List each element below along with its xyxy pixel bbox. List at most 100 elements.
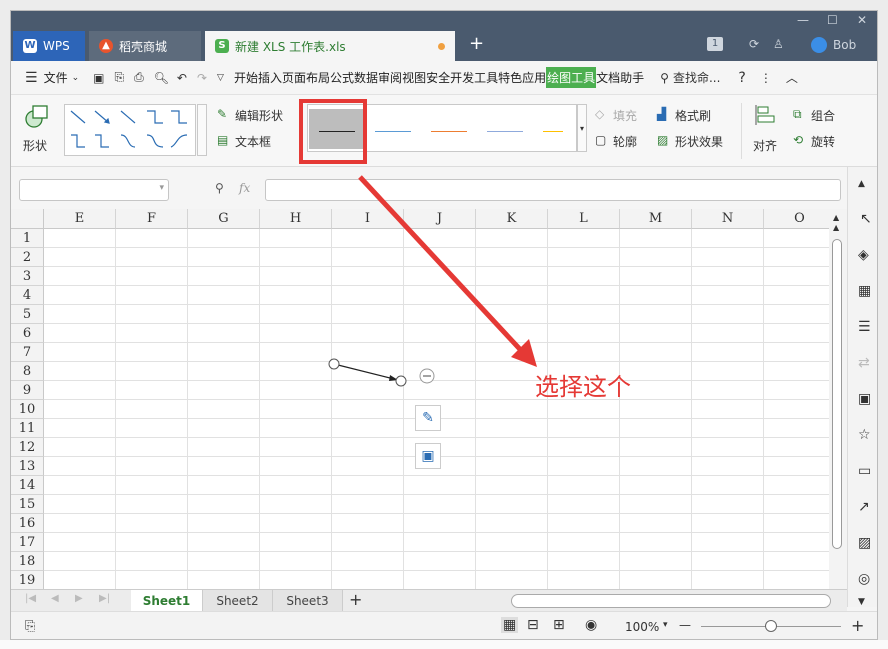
notification-badge[interactable]: 1 <box>707 37 723 51</box>
maximize-icon[interactable]: ☐ <box>827 13 838 27</box>
normal-view-icon[interactable]: ▦ <box>501 617 519 633</box>
menu-file[interactable]: 文件 <box>44 69 68 86</box>
archive-icon[interactable]: ▭ <box>858 463 871 479</box>
target-icon[interactable]: ◎ <box>858 571 870 587</box>
shape-style-float-button[interactable]: ✎ <box>415 405 441 431</box>
image-gallery-icon[interactable]: ▣ <box>858 391 871 407</box>
settings-sliders-icon[interactable]: ☰ <box>858 319 871 335</box>
search-icon[interactable]: ⚲ <box>660 71 669 85</box>
tab-daoke-store[interactable]: ▲ 稻壳商城 <box>89 31 201 61</box>
more-icon[interactable]: ⋮ <box>760 71 772 85</box>
export-icon[interactable]: ⎘ <box>114 70 124 85</box>
user-account[interactable]: Bob <box>811 37 856 53</box>
line-style-option[interactable] <box>365 109 421 149</box>
zoom-in-button[interactable]: + <box>851 616 864 635</box>
text-box-button[interactable]: ▤ 文本框 <box>217 133 271 149</box>
select-pointer-icon[interactable]: ↖ <box>860 211 872 227</box>
first-sheet-icon[interactable]: |◀ <box>25 593 36 604</box>
minimize-icon[interactable]: — <box>797 13 809 27</box>
print-icon[interactable]: ⎙ <box>134 70 144 85</box>
rotate-button[interactable]: ⟲ 旋转 <box>793 133 835 149</box>
group-button[interactable]: ⧉ 组合 <box>793 107 835 123</box>
zoom-level[interactable]: 100% <box>625 620 659 634</box>
format-painter-button[interactable]: ▟ 格式刷 <box>657 107 711 123</box>
vertical-scrollbar-thumb[interactable] <box>832 239 842 549</box>
scroll-up-icon[interactable]: ▲ <box>858 179 865 189</box>
undo-icon[interactable]: ↶ <box>177 71 187 85</box>
redo-icon[interactable]: ↷ <box>197 71 207 85</box>
fx-label[interactable]: fx <box>239 181 250 195</box>
tab-spreadsheet[interactable]: S 新建 XLS 工作表.xls <box>205 31 455 61</box>
scroll-down-icon[interactable]: ▼ <box>858 597 865 607</box>
star-icon[interactable]: ☆ <box>858 427 871 443</box>
page-break-view-icon[interactable]: ⊟ <box>527 617 539 633</box>
menu-drawing-tools[interactable]: 绘图工具 <box>546 67 597 88</box>
line-shape-gallery[interactable] <box>64 104 196 156</box>
menu-home[interactable]: 开始 <box>234 69 258 86</box>
chevron-down-icon[interactable]: ⌄ <box>72 73 80 83</box>
last-sheet-icon[interactable]: ▶| <box>99 593 110 604</box>
shape-gallery-scroll[interactable] <box>197 104 207 156</box>
next-sheet-icon[interactable]: ▶ <box>75 593 83 604</box>
tab-wps[interactable]: W WPS <box>13 31 85 61</box>
menu-view[interactable]: 视图 <box>402 69 426 86</box>
swap-icon[interactable]: ⇄ <box>858 355 870 371</box>
chevron-down-icon[interactable]: ▾ <box>663 620 668 630</box>
menu-security[interactable]: 安全 <box>426 69 450 86</box>
hamburger-icon[interactable]: ☰ <box>25 70 38 86</box>
shape-button[interactable]: 形状 <box>23 103 53 159</box>
skin-icon[interactable]: ♙ <box>773 37 784 51</box>
new-tab-button[interactable]: + <box>469 33 484 54</box>
menu-developer[interactable]: 开发工具 <box>450 69 498 86</box>
quick-access-dropdown-icon[interactable]: ▽ <box>217 73 224 83</box>
menu-doc-assistant[interactable]: 文档助手 <box>596 69 644 86</box>
edit-shape-button[interactable]: ✎ 编辑形状 <box>217 107 283 123</box>
prev-sheet-icon[interactable]: ◀ <box>51 593 59 604</box>
add-sheet-button[interactable]: + <box>349 590 362 609</box>
line-style-option[interactable] <box>421 109 477 149</box>
sheet-tab-sheet3[interactable]: Sheet3 <box>273 590 343 612</box>
picture-icon[interactable]: ▨ <box>858 535 871 551</box>
style-gallery-more[interactable]: ▾ <box>577 104 587 152</box>
cloud-sync-icon[interactable]: ⟳ <box>749 37 759 51</box>
shapes-panel-icon[interactable]: ◈ <box>858 247 869 263</box>
outline-button[interactable]: ▢ 轮廓 <box>595 133 637 149</box>
reading-mode-icon[interactable]: ◉ <box>585 617 597 633</box>
zoom-formula-icon[interactable]: ⚲ <box>215 181 224 195</box>
save-icon[interactable]: ▣ <box>93 71 104 85</box>
line-style-option[interactable] <box>533 109 573 149</box>
chevron-down-icon[interactable]: ▾ <box>159 183 164 193</box>
page-layout-view-icon[interactable]: ⊞ <box>553 617 565 633</box>
line-style-option[interactable] <box>477 109 533 149</box>
shape-outline-float-button[interactable]: ▣ <box>415 443 441 469</box>
scroll-top-icon[interactable]: ▲ <box>833 223 839 232</box>
formula-input[interactable] <box>265 179 841 201</box>
align-button[interactable]: 对齐 <box>753 103 783 153</box>
search-commands[interactable]: 查找命... <box>673 69 720 86</box>
sheet-tab-sheet2[interactable]: Sheet2 <box>203 590 273 612</box>
macro-icon[interactable]: ⎘ <box>25 619 35 634</box>
print-preview-icon[interactable]: 🔍︎ <box>154 71 169 85</box>
zoom-out-button[interactable]: — <box>679 618 691 632</box>
menu-data[interactable]: 数据 <box>354 69 378 86</box>
close-icon[interactable]: ✕ <box>857 13 867 27</box>
arrow-line-shape[interactable] <box>11 209 831 589</box>
share-icon[interactable]: ↗ <box>858 499 870 515</box>
horizontal-scrollbar[interactable] <box>511 594 831 608</box>
vertical-scrollbar[interactable]: ▲ ▲ <box>829 209 847 589</box>
zoom-slider-thumb[interactable] <box>765 620 777 632</box>
spreadsheet-grid[interactable]: E F G H I J K L M N O 1 2 3 4 5 6 7 8 9 10 11 12 13 14 15 16 17 18 19… <box>11 209 831 589</box>
name-box[interactable]: ▾ <box>19 179 169 201</box>
shape-effects-button[interactable]: ▨ 形状效果 <box>657 133 723 149</box>
menu-insert[interactable]: 插入 <box>258 69 282 86</box>
scroll-up-icon[interactable]: ▲ <box>833 213 839 222</box>
fill-button[interactable]: ◇ 填充 <box>595 107 637 123</box>
table-icon[interactable]: ▦ <box>858 283 871 299</box>
menu-review[interactable]: 审阅 <box>378 69 402 86</box>
sheet-tab-sheet1[interactable]: Sheet1 <box>131 590 203 612</box>
menu-special-apps[interactable]: 特色应用 <box>498 69 546 86</box>
help-icon[interactable]: ? <box>738 70 745 86</box>
collapse-ribbon-icon[interactable]: ︿ <box>786 69 798 86</box>
menu-page-layout[interactable]: 页面布局 <box>282 69 330 86</box>
menu-formulas[interactable]: 公式 <box>330 69 354 86</box>
